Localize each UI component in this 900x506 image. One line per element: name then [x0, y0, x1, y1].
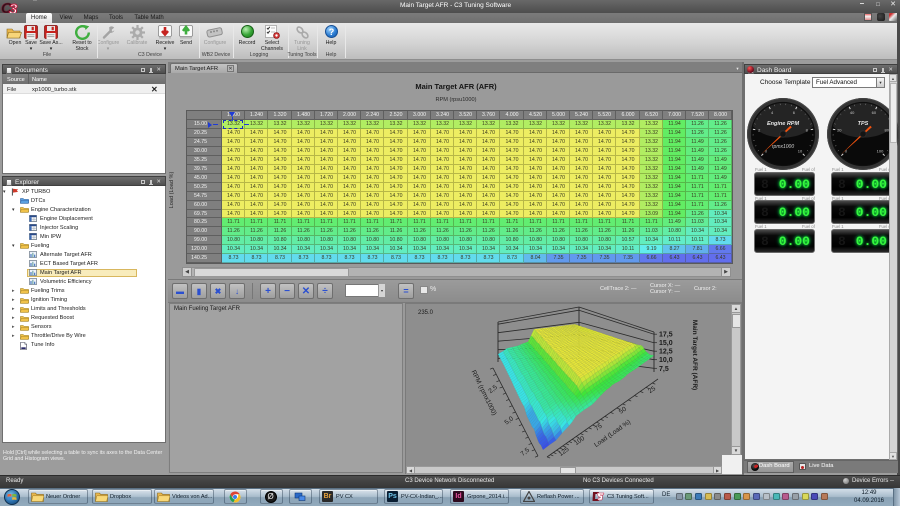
svg-text:50: 50	[618, 406, 628, 416]
svg-text:Load (Load %): Load (Load %)	[169, 172, 175, 209]
svg-text:100: 100	[877, 149, 884, 154]
svg-text:40: 40	[850, 110, 855, 115]
svg-text:20: 20	[837, 128, 842, 133]
svg-text:17,5: 17,5	[659, 332, 673, 339]
svg-text:25: 25	[647, 385, 657, 395]
svg-text:2,5: 2,5	[487, 384, 499, 395]
svg-text:TPS: TPS	[858, 121, 869, 127]
svg-text:Engine RPM: Engine RPM	[767, 121, 800, 127]
svg-text:60: 60	[872, 110, 877, 115]
svg-text:rpmx1000: rpmx1000	[772, 144, 794, 150]
svg-text:75: 75	[594, 423, 604, 433]
svg-text:10: 10	[798, 149, 803, 154]
svg-text:15,0: 15,0	[659, 340, 673, 347]
svg-text:7,5: 7,5	[520, 447, 532, 458]
svg-text:12,5: 12,5	[659, 349, 673, 356]
svg-text:5,0: 5,0	[503, 415, 515, 426]
svg-text:7,5: 7,5	[659, 366, 669, 373]
svg-text:Main Target AFR (AFR): Main Target AFR (AFR)	[691, 320, 698, 390]
svg-text:10,0: 10,0	[659, 357, 673, 364]
svg-text:125: 125	[558, 446, 571, 458]
